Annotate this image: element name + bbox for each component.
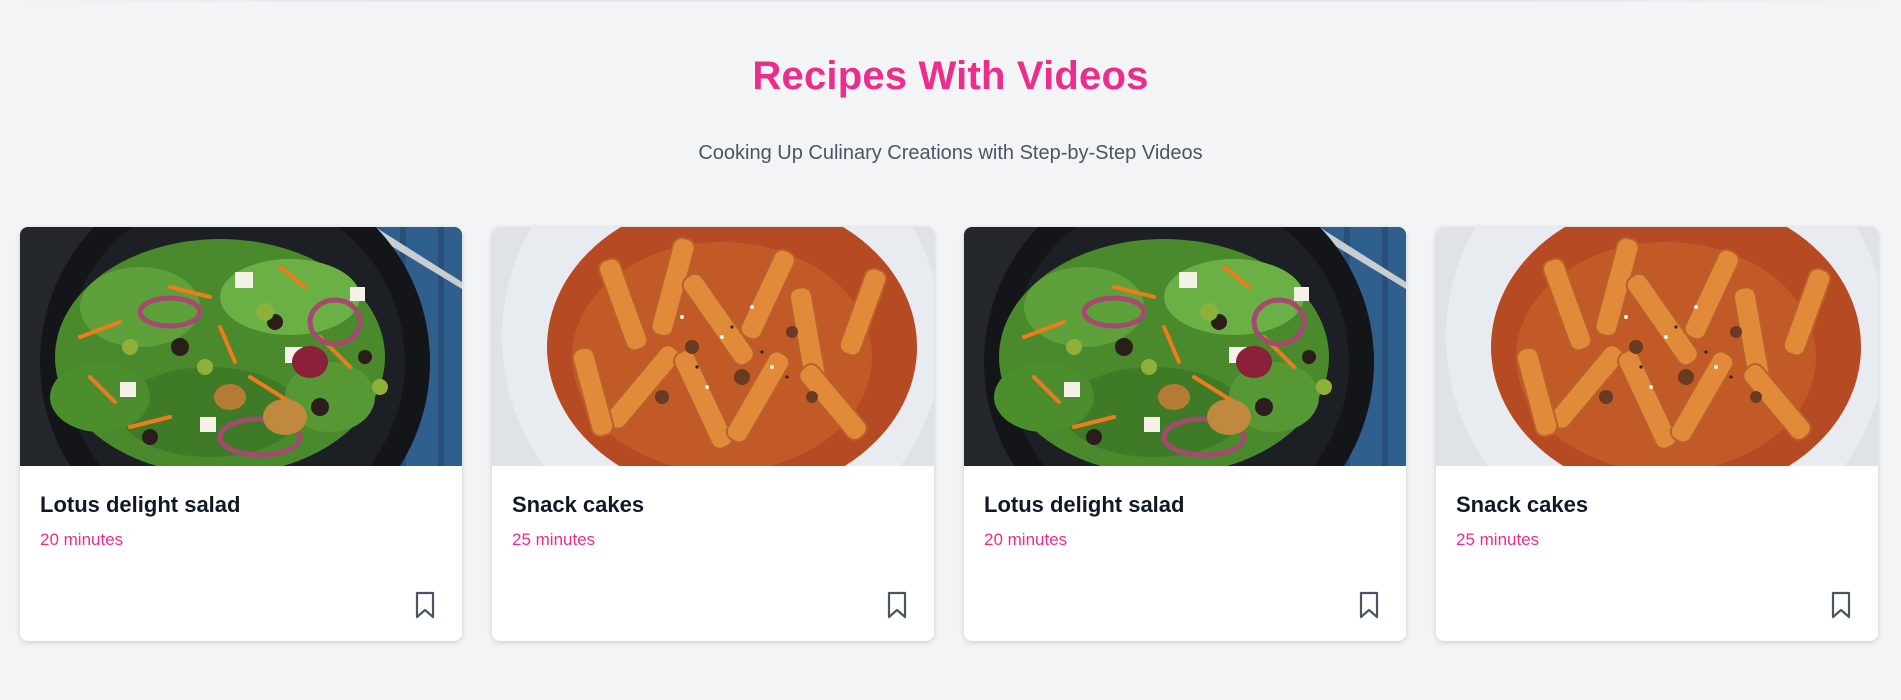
recipe-duration: 25 minutes xyxy=(512,530,596,549)
section-subtitle: Cooking Up Culinary Creations with Step-… xyxy=(698,142,1203,164)
bookmark-button[interactable] xyxy=(410,589,440,621)
bookmark-button[interactable] xyxy=(1826,589,1856,621)
pasta-photo xyxy=(492,227,934,466)
section-title: Recipes With Videos xyxy=(752,54,1149,98)
recipe-title[interactable]: Snack cakes xyxy=(512,491,644,519)
bookmark-icon xyxy=(887,591,907,619)
top-divider xyxy=(0,0,1901,2)
recipe-title[interactable]: Lotus delight salad xyxy=(40,491,240,519)
recipe-duration: 20 minutes xyxy=(40,530,124,549)
recipe-card-grid: Lotus delight salad 20 minutes Snack cak… xyxy=(20,227,1881,641)
bookmark-icon xyxy=(415,591,435,619)
salad-photo xyxy=(964,227,1406,466)
recipe-title[interactable]: Lotus delight salad xyxy=(984,491,1184,519)
salad-photo xyxy=(20,227,462,466)
recipe-card[interactable]: Snack cakes 25 minutes xyxy=(492,227,934,641)
bookmark-icon xyxy=(1831,591,1851,619)
recipe-card[interactable]: Lotus delight salad 20 minutes xyxy=(20,227,462,641)
recipe-duration: 25 minutes xyxy=(1456,530,1540,549)
bookmark-icon xyxy=(1359,591,1379,619)
recipe-duration: 20 minutes xyxy=(984,530,1068,549)
recipe-card[interactable]: Snack cakes 25 minutes xyxy=(1436,227,1878,641)
recipe-card[interactable]: Lotus delight salad 20 minutes xyxy=(964,227,1406,641)
bookmark-button[interactable] xyxy=(882,589,912,621)
recipe-title[interactable]: Snack cakes xyxy=(1456,491,1588,519)
bookmark-button[interactable] xyxy=(1354,589,1384,621)
pasta-photo xyxy=(1436,227,1878,466)
